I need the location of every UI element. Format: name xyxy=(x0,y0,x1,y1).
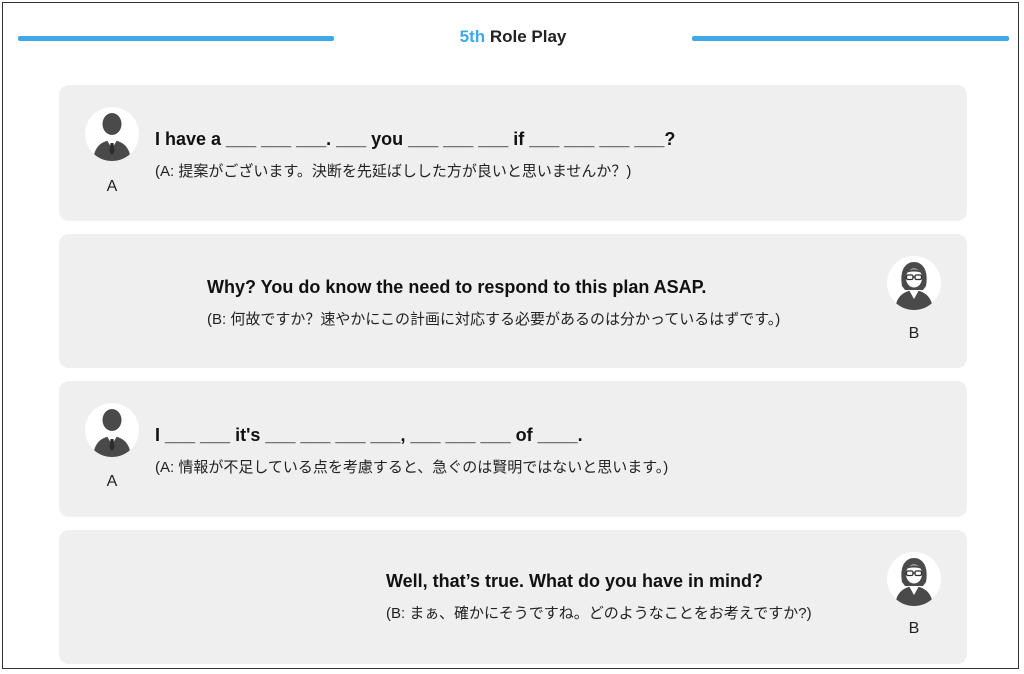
man-avatar-icon xyxy=(85,107,139,161)
english-line: I have a ___ ___ ___. ___ you ___ ___ __… xyxy=(155,129,676,149)
english-line: I ___ ___ it's ___ ___ ___ ___, ___ ___ … xyxy=(155,425,583,445)
dialogue-card: Why? You do know the need to respond to … xyxy=(59,234,967,368)
speaker-label: B xyxy=(908,620,920,637)
english-line: Why? You do know the need to respond to … xyxy=(207,277,707,297)
role-play-label: Role Play xyxy=(489,27,567,46)
role-play-number: 5th xyxy=(459,27,486,46)
english-line: Well, that’s true. What do you have in m… xyxy=(386,571,764,591)
page-title: 5th Role Play xyxy=(334,27,692,47)
header-divider-right xyxy=(692,36,1009,41)
header-divider-left xyxy=(18,36,334,41)
speaker-label: A xyxy=(106,473,118,490)
dialogue-card: A I have a ___ ___ ___. ___ you ___ ___ … xyxy=(59,85,967,221)
dialogue-card: Well, that’s true. What do you have in m… xyxy=(59,530,967,664)
man-avatar-icon xyxy=(85,403,139,457)
japanese-translation: (B: まぁ、確かにそうですね。どのようなことをお考えですか?) xyxy=(386,605,812,622)
japanese-translation: (B: 何故ですか？速やかにこの計画に対応する必要があるのは分かっているはずです… xyxy=(207,311,781,328)
japanese-translation: (A: 提案がございます。決断を先延ばしした方が良いと思いませんか？) xyxy=(155,163,632,180)
japanese-translation: (A: 情報が不足している点を考慮すると、急ぐのは賢明ではないと思います。) xyxy=(155,459,669,476)
speaker-label: A xyxy=(106,178,118,195)
dialogue-card: A I ___ ___ it's ___ ___ ___ ___, ___ __… xyxy=(59,381,967,517)
woman-avatar-icon xyxy=(887,256,941,310)
woman-avatar-icon xyxy=(887,552,941,606)
speaker-label: B xyxy=(908,325,920,342)
